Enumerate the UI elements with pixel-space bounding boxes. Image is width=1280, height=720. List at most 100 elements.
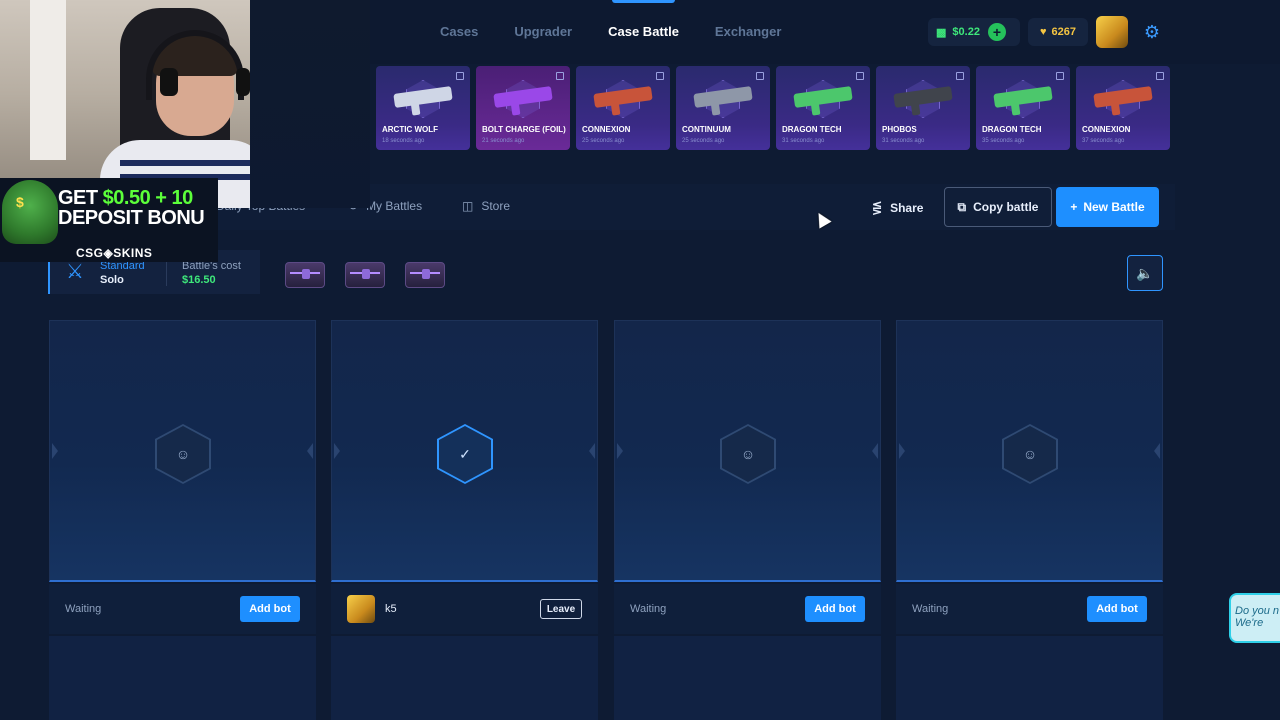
webcam-earcup bbox=[160, 68, 178, 96]
live-drop-card[interactable]: PHOBOS 31 seconds ago bbox=[876, 66, 970, 150]
slot-status: Waiting bbox=[630, 603, 667, 615]
brand-logo: CSG◈SKINS bbox=[76, 246, 153, 260]
tab-case-battle[interactable]: Case Battle bbox=[608, 0, 679, 64]
drop-time: 35 seconds ago bbox=[982, 138, 1025, 144]
store-label: Store bbox=[481, 199, 511, 213]
drop-item-name: PHOBOS bbox=[882, 125, 917, 134]
battle-slot-footer: Waiting Add bot bbox=[614, 584, 881, 634]
drop-time: 31 seconds ago bbox=[882, 138, 925, 144]
live-drop-card[interactable]: DRAGON TECH 31 seconds ago bbox=[776, 66, 870, 150]
coins-balance[interactable]: ♥ 6267 bbox=[1028, 18, 1088, 46]
case-corner-icon bbox=[556, 72, 564, 80]
live-drop-card[interactable]: CONTINUUM 25 seconds ago bbox=[676, 66, 770, 150]
arrow-left-icon bbox=[617, 443, 623, 459]
arrow-left-icon bbox=[899, 443, 905, 459]
tab-cases[interactable]: Cases bbox=[440, 0, 478, 64]
deposit-plus-button[interactable]: + bbox=[987, 23, 1006, 41]
battle-slot-items bbox=[331, 636, 598, 720]
slot-status: Waiting bbox=[912, 603, 949, 615]
live-drop-card[interactable]: BOLT CHARGE (FOIL) 21 seconds ago bbox=[476, 66, 570, 150]
add-bot-button[interactable]: Add bot bbox=[240, 596, 300, 622]
case-thumbnail[interactable] bbox=[405, 262, 445, 288]
case-thumbnail[interactable] bbox=[345, 262, 385, 288]
copy-label: Copy battle bbox=[973, 200, 1039, 214]
drop-time: 31 seconds ago bbox=[782, 138, 825, 144]
empty-player-icon: ☺ bbox=[720, 424, 776, 484]
speaker-icon: 🔈 bbox=[1136, 264, 1154, 281]
battle-slot-footer: Waiting Add bot bbox=[49, 584, 316, 634]
drop-time: 25 seconds ago bbox=[682, 138, 725, 144]
gear-icon[interactable]: ⚙ bbox=[1142, 22, 1162, 42]
battle-slot: ☺ bbox=[614, 320, 881, 582]
drop-item-name: CONNEXION bbox=[582, 125, 631, 134]
live-drops-strip: ARCTIC WOLF 18 seconds ago BOLT CHARGE (FO… bbox=[376, 66, 1170, 150]
leave-button[interactable]: Leave bbox=[540, 599, 582, 619]
drop-item-name: CONNEXION bbox=[1082, 125, 1131, 134]
promo-line1-highlight: $0.50 + 10 bbox=[102, 187, 194, 209]
mascot-image bbox=[2, 180, 58, 244]
drop-item-name: ARCTIC WOLF bbox=[382, 125, 438, 134]
arrow-right-icon bbox=[307, 443, 313, 459]
arrow-right-icon bbox=[872, 443, 878, 459]
webcam-shelf bbox=[30, 0, 66, 160]
battle-slot-items bbox=[614, 636, 881, 720]
coins-value: 6267 bbox=[1051, 26, 1076, 38]
share-icon: ⋚ bbox=[872, 201, 883, 215]
battle-slot: ✓ bbox=[331, 320, 598, 582]
battle-slot-footer: Waiting Add bot bbox=[896, 584, 1163, 634]
balance-value: $0.22 bbox=[952, 26, 980, 38]
basket-icon: ◫ bbox=[462, 199, 474, 213]
tab-exchanger[interactable]: Exchanger bbox=[715, 0, 781, 64]
user-avatar[interactable] bbox=[1096, 16, 1128, 48]
store-link[interactable]: ◫ Store bbox=[462, 199, 510, 213]
player-name: k5 bbox=[385, 603, 397, 615]
live-drop-card[interactable]: DRAGON TECH 35 seconds ago bbox=[976, 66, 1070, 150]
drop-time: 21 seconds ago bbox=[482, 138, 525, 144]
battle-slot-items bbox=[49, 636, 316, 720]
plus-icon: + bbox=[1070, 200, 1078, 214]
webcam-background bbox=[250, 0, 370, 208]
sound-toggle-button[interactable]: 🔈 bbox=[1127, 255, 1163, 291]
ready-check-icon: ✓ bbox=[437, 424, 493, 484]
webcam-earcup bbox=[236, 68, 250, 96]
case-corner-icon bbox=[856, 72, 864, 80]
add-bot-button[interactable]: Add bot bbox=[1087, 596, 1147, 622]
tab-upgrader[interactable]: Upgrader bbox=[514, 0, 572, 64]
case-corner-icon bbox=[656, 72, 664, 80]
my-battles-label: My Battles bbox=[366, 199, 423, 213]
mode-sub: Solo bbox=[100, 274, 124, 286]
arrow-left-icon bbox=[52, 443, 58, 459]
new-battle-label: New Battle bbox=[1083, 200, 1145, 214]
share-button[interactable]: ⋚ Share bbox=[872, 196, 923, 220]
chat-widget[interactable]: Do you n We're bbox=[1229, 593, 1280, 643]
case-corner-icon bbox=[1056, 72, 1064, 80]
live-drop-card[interactable]: CONNEXION 37 seconds ago bbox=[1076, 66, 1170, 150]
case-corner-icon bbox=[456, 72, 464, 80]
new-battle-button[interactable]: + New Battle bbox=[1056, 187, 1159, 227]
case-thumbnail[interactable] bbox=[285, 262, 325, 288]
arrow-right-icon bbox=[589, 443, 595, 459]
drop-item-name: DRAGON TECH bbox=[782, 125, 842, 134]
main-tabs: Cases Upgrader Case Battle Exchanger bbox=[440, 0, 817, 64]
case-corner-icon bbox=[956, 72, 964, 80]
drop-time: 25 seconds ago bbox=[582, 138, 625, 144]
battle-cost-value: $16.50 bbox=[182, 274, 216, 286]
divider bbox=[166, 258, 167, 286]
slot-status: Waiting bbox=[65, 603, 102, 615]
case-corner-icon bbox=[756, 72, 764, 80]
case-corner-icon bbox=[1156, 72, 1164, 80]
drop-time: 18 seconds ago bbox=[382, 138, 425, 144]
empty-player-icon: ☺ bbox=[155, 424, 211, 484]
live-drop-card[interactable]: CONNEXION 25 seconds ago bbox=[576, 66, 670, 150]
copy-battle-button[interactable]: ⧉ Copy battle bbox=[944, 187, 1052, 227]
arrow-left-icon bbox=[334, 443, 340, 459]
drop-item-name: CONTINUUM bbox=[682, 125, 731, 134]
drop-time: 37 seconds ago bbox=[1082, 138, 1125, 144]
wallet-balance[interactable]: ▩ $0.22 + bbox=[928, 18, 1020, 46]
promo-line1-pre: GET bbox=[58, 187, 103, 209]
live-drop-card[interactable]: ARCTIC WOLF 18 seconds ago bbox=[376, 66, 470, 150]
add-bot-button[interactable]: Add bot bbox=[805, 596, 865, 622]
player-avatar bbox=[347, 595, 375, 623]
battle-slot-footer: k5 Leave bbox=[331, 584, 598, 634]
share-label: Share bbox=[890, 201, 924, 215]
